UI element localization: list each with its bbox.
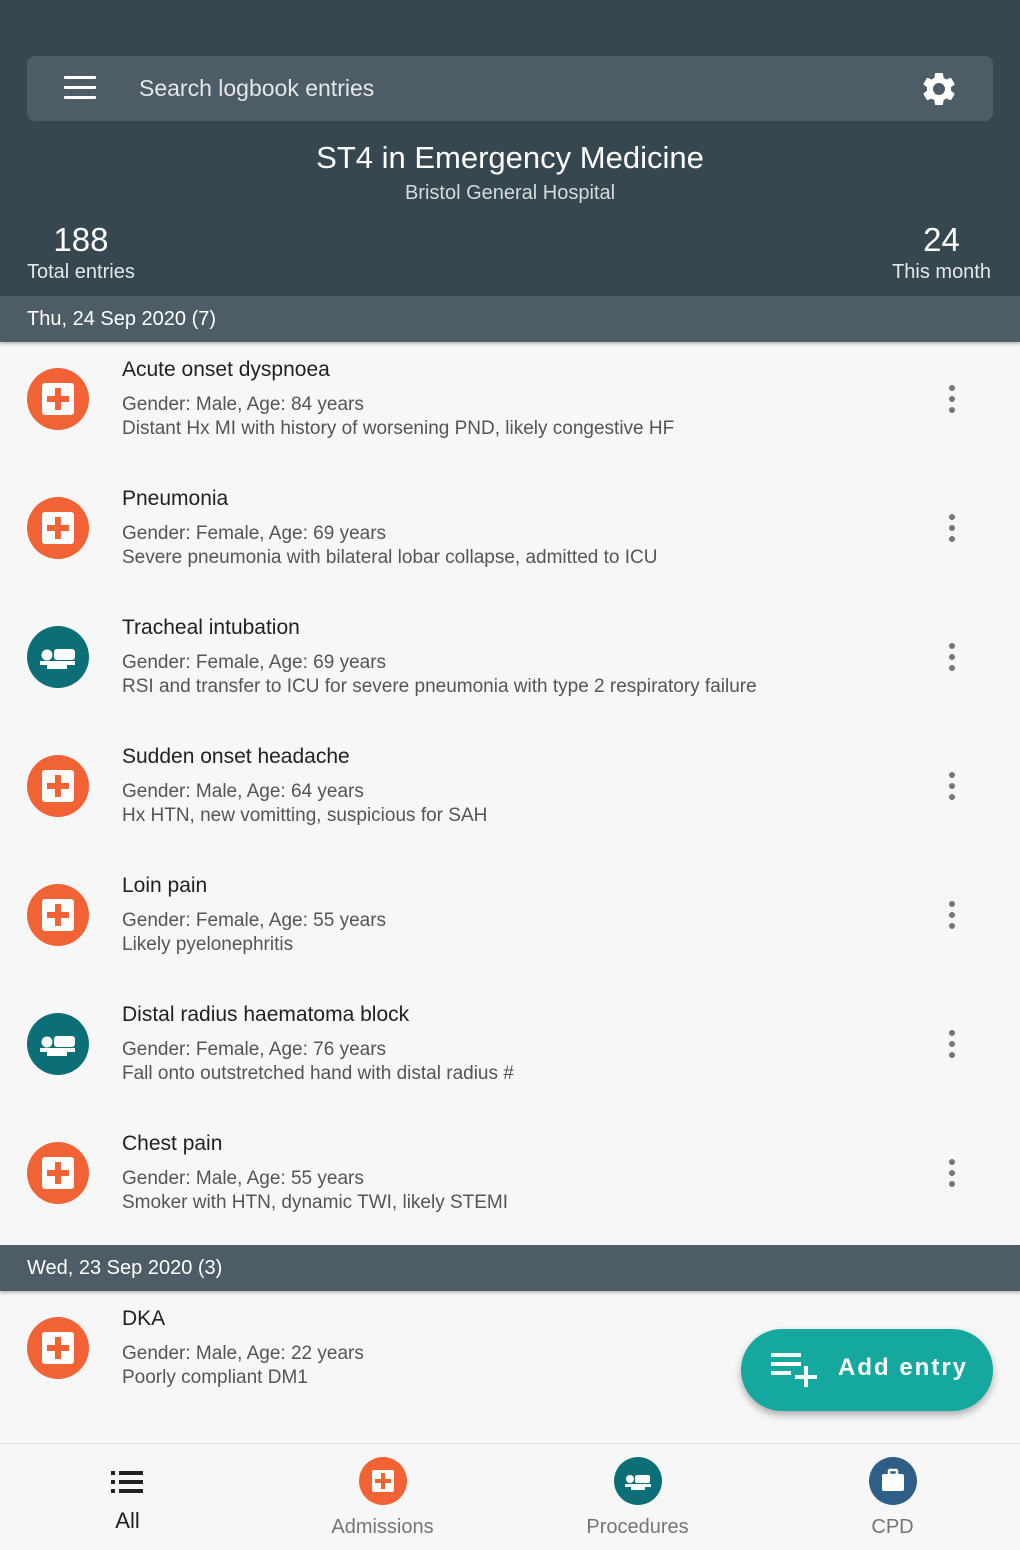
list-item[interactable]: Chest pain Gender: Male, Age: 55 years Smo…	[0, 1116, 1020, 1245]
this-month-stat: 24 This month	[892, 220, 991, 284]
entry-title: Chest pain	[122, 1132, 223, 1155]
list-item[interactable]: Loin pain Gender: Female, Age: 55 years Li…	[0, 858, 1020, 987]
entry-note: Poorly compliant DM1	[122, 1367, 308, 1388]
entry-note: Smoker with HTN, dynamic TWI, likely STE…	[122, 1192, 509, 1213]
more-options-icon[interactable]	[940, 1026, 964, 1062]
hospital-cross-icon	[27, 755, 89, 817]
entry-note: Severe pneumonia with bilateral lobar co…	[122, 547, 658, 568]
list-item[interactable]: Distal radius haematoma block Gender: Fem…	[0, 987, 1020, 1116]
bottom-nav: All Admissions Procedures CPD	[0, 1443, 1020, 1550]
page-title: ST4 in Emergency Medicine	[316, 140, 704, 175]
nav-procedures-label: Procedures	[586, 1516, 689, 1538]
nav-admissions[interactable]: Admissions	[255, 1444, 510, 1550]
more-options-icon[interactable]	[940, 897, 964, 933]
entry-note: RSI and transfer to ICU for severe pneum…	[122, 676, 757, 697]
more-options-icon[interactable]	[940, 381, 964, 417]
bed-icon	[27, 1013, 89, 1075]
hospital-cross-icon	[27, 1142, 89, 1204]
entry-note: Hx HTN, new vomitting, suspicious for SA…	[122, 805, 488, 826]
hospital-cross-icon	[27, 497, 89, 559]
list-item[interactable]: Acute onset dyspnoea Gender: Male, Age: 8…	[0, 342, 1020, 471]
entry-title: Pneumonia	[122, 487, 229, 510]
playlist-add-icon	[771, 1353, 819, 1392]
nav-all-label: All	[115, 1508, 140, 1533]
nav-cpd[interactable]: CPD	[765, 1444, 1020, 1550]
nav-procedures[interactable]: Procedures	[510, 1444, 765, 1550]
entry-note: Fall onto outstretched hand with distal …	[122, 1063, 514, 1084]
nav-cpd-label: CPD	[871, 1516, 914, 1538]
gear-icon[interactable]	[919, 69, 959, 109]
more-options-icon[interactable]	[940, 1155, 964, 1191]
entry-patient-info: Gender: Female, Age: 76 years	[122, 1039, 387, 1060]
search-bar[interactable]	[27, 56, 993, 121]
menu-icon[interactable]	[64, 76, 96, 100]
entry-patient-info: Gender: Female, Age: 55 years	[122, 910, 387, 931]
hospital-cross-icon	[27, 884, 89, 946]
entry-note: Distant Hx MI with history of worsening …	[122, 418, 675, 439]
more-options-icon[interactable]	[940, 639, 964, 675]
list-icon	[111, 1471, 143, 1498]
entry-note: Likely pyelonephritis	[122, 934, 294, 955]
total-entries-stat: 188 Total entries	[27, 220, 135, 284]
entry-patient-info: Gender: Female, Age: 69 years	[122, 652, 387, 673]
this-month-value: 24	[923, 221, 960, 258]
entry-title: Distal radius haematoma block	[122, 1003, 410, 1026]
bed-icon	[27, 626, 89, 688]
entry-patient-info: Gender: Male, Age: 22 years	[122, 1343, 364, 1364]
list-item[interactable]: Pneumonia Gender: Female, Age: 69 years Se…	[0, 471, 1020, 600]
total-entries-value: 188	[53, 221, 109, 258]
this-month-label: This month	[892, 261, 991, 283]
list-item[interactable]: Tracheal intubation Gender: Female, Age: …	[0, 600, 1020, 729]
app-header: ST4 in Emergency Medicine Bristol Genera…	[0, 0, 1020, 296]
entry-patient-info: Gender: Male, Age: 64 years	[122, 781, 364, 802]
entry-patient-info: Gender: Male, Age: 84 years	[122, 394, 364, 415]
hospital-cross-icon	[359, 1457, 407, 1505]
nav-all[interactable]: All	[0, 1444, 255, 1550]
date-header: Thu, 24 Sep 2020 (7)	[0, 296, 1020, 342]
entry-patient-info: Gender: Male, Age: 55 years	[122, 1168, 364, 1189]
entry-title: Acute onset dyspnoea	[122, 358, 330, 381]
total-entries-label: Total entries	[27, 261, 135, 283]
list-item[interactable]: Sudden onset headache Gender: Male, Age: …	[0, 729, 1020, 858]
hospital-cross-icon	[27, 1317, 89, 1379]
bed-icon	[614, 1457, 662, 1505]
date-header: Wed, 23 Sep 2020 (3)	[0, 1245, 1020, 1291]
entry-patient-info: Gender: Female, Age: 69 years	[122, 523, 387, 544]
entry-title: Sudden onset headache	[122, 745, 350, 768]
nav-admissions-label: Admissions	[331, 1516, 434, 1538]
briefcase-icon	[869, 1457, 917, 1505]
add-entry-label: Add entry	[838, 1354, 969, 1381]
hospital-cross-icon	[27, 368, 89, 430]
more-options-icon[interactable]	[940, 768, 964, 804]
page-subtitle: Bristol General Hospital	[404, 182, 616, 204]
more-options-icon[interactable]	[940, 510, 964, 546]
add-entry-button[interactable]: Add entry	[741, 1329, 993, 1411]
search-input[interactable]	[139, 64, 899, 113]
entry-title: DKA	[122, 1307, 166, 1330]
entry-title: Tracheal intubation	[122, 616, 300, 639]
entry-title: Loin pain	[122, 874, 208, 897]
